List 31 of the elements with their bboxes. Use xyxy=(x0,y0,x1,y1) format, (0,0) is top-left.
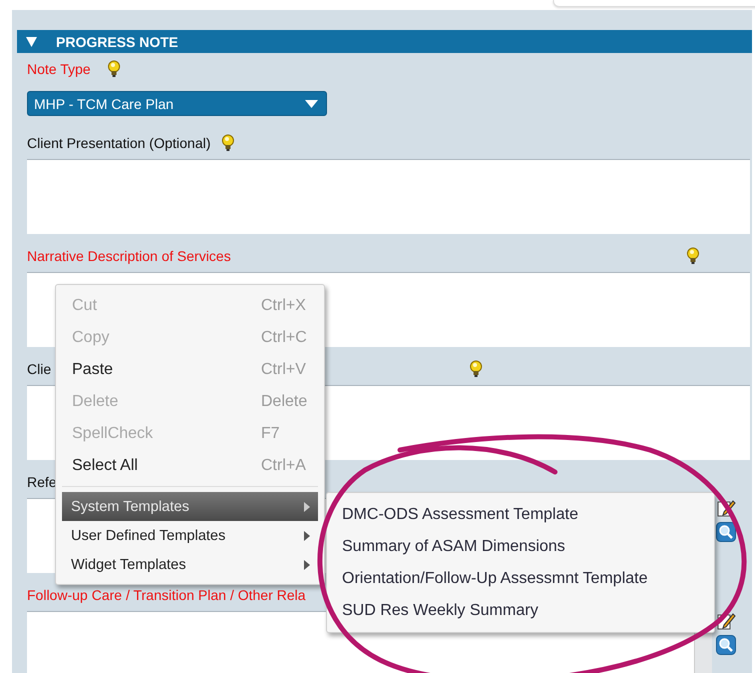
field-label: Refe xyxy=(27,474,57,490)
edit-pencil-icon[interactable] xyxy=(716,498,736,518)
collapse-icon xyxy=(26,36,37,46)
submenu-item[interactable]: Widget Templates xyxy=(62,550,318,579)
lightbulb-icon[interactable] xyxy=(106,60,121,78)
lightbulb-icon[interactable] xyxy=(220,134,235,152)
submenu-item[interactable]: System Templates xyxy=(62,492,318,521)
field-label: Clie xyxy=(27,361,52,377)
menu-item[interactable]: SUD Res Weekly Summary xyxy=(327,595,714,627)
submenu-arrow-icon xyxy=(304,502,310,512)
field-label: Narrative Description of Services xyxy=(27,248,231,264)
note-type-dropdown[interactable]: MHP - TCM Care Plan xyxy=(27,91,327,116)
lightbulb-icon[interactable] xyxy=(469,360,484,378)
edit-pencil-icon[interactable] xyxy=(716,611,736,631)
menu-item[interactable]: Select All Ctrl+A xyxy=(56,450,324,482)
lightbulb-icon[interactable] xyxy=(686,247,700,265)
menu-item[interactable]: Paste Ctrl+V xyxy=(56,354,324,386)
caret-icon xyxy=(305,100,318,108)
menu-item[interactable]: Summary of ASAM Dimensions xyxy=(327,531,714,563)
menu-item[interactable]: DMC-ODS Assessment Template xyxy=(327,499,714,531)
field-label: Follow-up Care / Transition Plan / Other Rela xyxy=(27,587,306,603)
section-header[interactable]: PROGRESS NOTE xyxy=(17,30,752,53)
submenu-arrow-icon xyxy=(304,560,310,570)
field-label: Client Presentation (Optional) xyxy=(27,135,211,151)
section-title: PROGRESS NOTE xyxy=(56,34,178,50)
magnifier-icon[interactable] xyxy=(716,635,736,655)
submenu-arrow-icon xyxy=(304,530,310,540)
field-label: Note Type xyxy=(27,61,91,77)
magnifier-icon[interactable] xyxy=(716,522,736,542)
submenu-item[interactable]: User Defined Templates xyxy=(62,521,318,550)
menu-item[interactable]: Orientation/Follow-Up Assessmnt Template xyxy=(327,563,714,595)
